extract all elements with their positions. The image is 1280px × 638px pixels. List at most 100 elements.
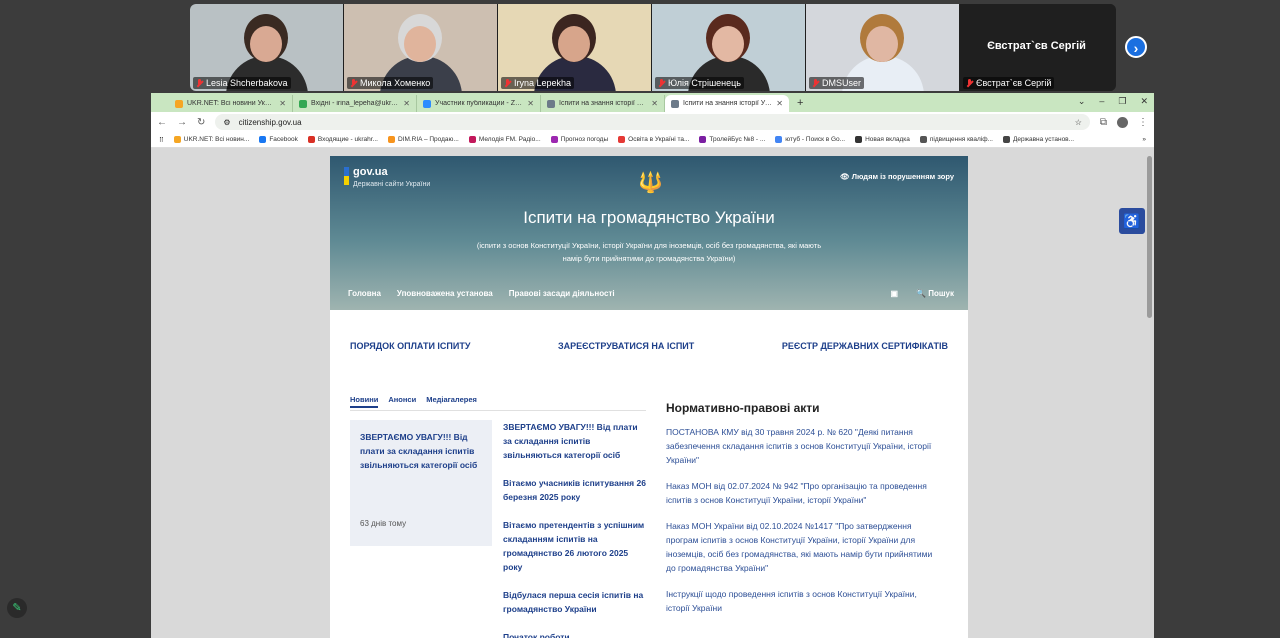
participant-tile-namecard[interactable]: Євстрат`єв Сергій Євстрат`єв Сергій — [960, 4, 1113, 91]
extensions-icon[interactable]: ⧉ — [1100, 117, 1107, 128]
browser-tab[interactable]: Іспити на знання історії Украї ✕ — [665, 95, 789, 112]
favicon-icon — [423, 99, 431, 108]
news-tabs: Новини Анонси Медіагалерея — [350, 395, 477, 408]
register-exam-link[interactable]: ЗАРЕЄСТРУВАТИСЯ НА ІСПИТ — [558, 341, 694, 351]
print-icon[interactable]: ▣ — [890, 289, 898, 298]
bookmark-item[interactable]: Новая вкладка — [855, 136, 910, 143]
nav-legal-basis[interactable]: Правові засади діяльності — [509, 289, 615, 298]
bookmark-favicon-icon — [468, 136, 476, 143]
list-item[interactable]: Відбулася перша сесія іспитів на громадя… — [503, 588, 648, 616]
participant-tile[interactable]: Iryna Lepekha — [498, 4, 651, 91]
tab-media-gallery[interactable]: Медіагалерея — [426, 395, 477, 408]
list-item[interactable]: Початок роботи — [503, 630, 648, 638]
act-link[interactable]: Наказ МОН України від 02.10.2024 №1417 "… — [666, 519, 936, 575]
bookmark-item[interactable]: Мелодія FM. Радіо... — [468, 136, 541, 143]
tab-search-icon[interactable]: ⌄ — [1078, 96, 1086, 107]
tab-announcements[interactable]: Анонси — [388, 395, 416, 408]
bookmark-item[interactable]: DIM.RIA – Продаю... — [387, 136, 459, 143]
act-link[interactable]: ПОСТАНОВА КМУ від 30 травня 2024 р. № 62… — [666, 425, 936, 467]
mic-muted-icon — [812, 78, 819, 88]
url-text: citizenship.gov.ua — [238, 117, 302, 127]
certificates-registry-link[interactable]: РЕЄСТР ДЕРЖАВНИХ СЕРТИФІКАТІВ — [782, 341, 948, 351]
close-tab-icon[interactable]: ✕ — [527, 99, 534, 108]
site-content: gov.ua Державні сайти України 🔱 👁 Людям … — [330, 156, 968, 638]
bookmark-favicon-icon — [919, 136, 927, 143]
bookmark-favicon-icon — [550, 136, 558, 143]
tab-title: Вхідні - irina_lepeha@ukr.net — [311, 100, 400, 107]
payment-procedure-link[interactable]: ПОРЯДОК ОПЛАТИ ІСПИТУ — [350, 341, 470, 351]
mic-muted-icon — [658, 78, 665, 88]
close-tab-icon[interactable]: ✕ — [651, 99, 658, 108]
bookmark-favicon-icon — [387, 136, 395, 143]
close-tab-icon[interactable]: ✕ — [403, 99, 410, 108]
browser-tab[interactable]: Вхідні - irina_lepeha@ukr.net ✕ — [293, 95, 417, 112]
search-label: Пошук — [928, 289, 954, 298]
apps-icon[interactable]: ⠿ — [159, 136, 164, 144]
news-list: ЗВЕРТАЄМО УВАГУ!!! Від плати за складанн… — [503, 420, 648, 638]
bookmark-item[interactable]: Освіта в Україні та... — [618, 136, 689, 143]
participant-tile[interactable]: Lesia Shcherbakova — [190, 4, 343, 91]
more-bookmarks-icon[interactable]: » — [1142, 136, 1146, 143]
site-header: gov.ua Державні сайти України 🔱 👁 Людям … — [330, 156, 968, 310]
main-nav: Головна Уповноважена установа Правові за… — [348, 289, 615, 298]
bookmark-favicon-icon — [855, 136, 863, 143]
browser-tab[interactable]: Участник публикации - Zoom ✕ — [417, 95, 541, 112]
bookmark-item[interactable]: Facebook — [259, 136, 298, 143]
bookmark-star-icon[interactable]: ☆ — [1075, 118, 1082, 127]
bookmark-favicon-icon — [618, 136, 626, 143]
profile-avatar[interactable] — [1117, 116, 1128, 128]
menu-icon[interactable]: ⋮ — [1138, 117, 1148, 128]
tab-news[interactable]: Новини — [350, 395, 379, 408]
address-toolbar: ← → ↻ ⚙ citizenship.gov.ua ☆ ⧉ ⋮ — [151, 112, 1154, 132]
tab-title: Участник публикации - Zoom — [435, 100, 524, 107]
list-item[interactable]: Вітаємо учасників іспитування 26 березня… — [503, 476, 648, 504]
participant-face — [712, 26, 744, 62]
quick-links: ПОРЯДОК ОПЛАТИ ІСПИТУ ЗАРЕЄСТРУВАТИСЯ НА… — [350, 341, 948, 351]
browser-tab[interactable]: Іспити на знання історії України✕ — [541, 95, 665, 112]
bookmarks-bar: ⠿ UKR.NET: Всі новин... Facebook Входящие … — [151, 132, 1154, 148]
bookmark-item[interactable]: Державна установ... — [1002, 136, 1074, 143]
participant-tile[interactable]: DMSUser — [806, 4, 959, 91]
list-item[interactable]: Вітаємо претендентів з успішним складанн… — [503, 518, 648, 574]
reload-icon[interactable]: ↻ — [197, 117, 205, 128]
bookmark-item[interactable]: ТролейБус №8 - ... — [699, 136, 765, 143]
low-vision-link[interactable]: 👁 Людям із порушенням зору — [840, 172, 954, 181]
mic-muted-icon — [504, 78, 511, 88]
low-vision-label: Людям із порушенням зору — [851, 172, 954, 181]
search-button[interactable]: 🔍 Пошук — [916, 289, 954, 298]
close-tab-icon[interactable]: ✕ — [776, 99, 783, 108]
list-item[interactable]: ЗВЕРТАЄМО УВАГУ!!! Від плати за складанн… — [503, 420, 648, 462]
chevron-right-icon[interactable]: › — [1125, 36, 1147, 58]
bookmark-item[interactable]: ютуб - Поиск в Go... — [775, 136, 845, 143]
act-link[interactable]: Наказ МОН від 02.07.2024 № 942 "Про орга… — [666, 479, 936, 507]
bookmark-favicon-icon — [173, 136, 181, 143]
close-icon[interactable]: ✕ — [1140, 96, 1148, 107]
url-field[interactable]: ⚙ citizenship.gov.ua ☆ — [215, 114, 1090, 130]
gov-ua-logo[interactable]: gov.ua Державні сайти України — [344, 166, 430, 188]
act-link[interactable]: Інструкції щодо проведення іспитів з осн… — [666, 587, 936, 615]
participant-tile[interactable]: Микола Хоменко — [344, 4, 497, 91]
forward-icon[interactable]: → — [177, 117, 187, 128]
annotate-pencil-icon[interactable]: ✎ — [7, 598, 27, 618]
minimize-icon[interactable]: – — [1099, 96, 1104, 107]
bookmark-item[interactable]: Входящие - ukrahr... — [307, 136, 378, 143]
featured-news-card[interactable]: ЗВЕРТАЄМО УВАГУ!!! Від плати за складанн… — [350, 420, 492, 546]
page-scrollbar[interactable] — [1147, 156, 1152, 318]
bookmark-favicon-icon — [307, 136, 315, 143]
nav-home[interactable]: Головна — [348, 289, 381, 298]
nav-authorized-institution[interactable]: Уповноважена установа — [397, 289, 493, 298]
participant-tile[interactable]: Юлія Стрішенець — [652, 4, 805, 91]
browser-tab[interactable]: UKR.NET: Всі новини України, ✕ — [169, 95, 293, 112]
restore-icon[interactable]: ❐ — [1118, 96, 1126, 107]
bookmark-item[interactable]: UKR.NET: Всі новин... — [173, 136, 249, 143]
accessibility-icon[interactable]: ♿ — [1119, 208, 1145, 234]
featured-news-title[interactable]: ЗВЕРТАЄМО УВАГУ!!! Від плати за складанн… — [360, 430, 482, 472]
bookmark-item[interactable]: підвищення кваліф... — [919, 136, 993, 143]
close-tab-icon[interactable]: ✕ — [279, 99, 286, 108]
site-info-icon[interactable]: ⚙ — [223, 118, 230, 127]
page-title: Іспити на громадянство України — [523, 208, 775, 227]
back-icon[interactable]: ← — [157, 117, 167, 128]
trident-icon: 🔱 — [638, 172, 663, 194]
bookmark-item[interactable]: Прогноз погоды — [550, 136, 608, 143]
new-tab-button[interactable]: + — [789, 95, 811, 112]
